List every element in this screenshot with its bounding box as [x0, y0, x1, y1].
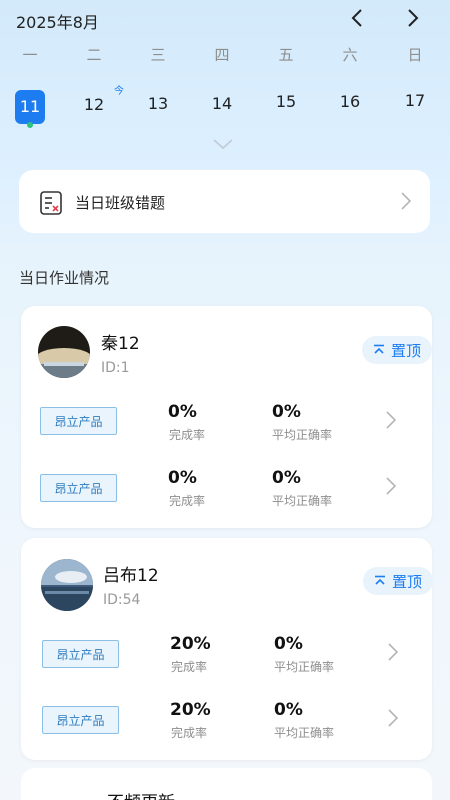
weekday-label: 一 [22, 46, 38, 64]
accuracy-label: 平均正确率 [272, 428, 333, 442]
prev-month-button[interactable] [344, 5, 370, 31]
pin-label: 置顶 [391, 572, 422, 591]
weekday-label: 四 [214, 46, 230, 64]
weekday-label: 日 [407, 46, 423, 64]
class-card[interactable]: 不频更新 [21, 768, 432, 800]
product-tag: 昂立产品 [42, 706, 119, 734]
product-tag: 昂立产品 [42, 640, 119, 668]
avatar [41, 559, 93, 611]
product-tag: 昂立产品 [40, 407, 117, 435]
avatar [38, 326, 90, 378]
next-month-button[interactable] [400, 5, 426, 31]
accuracy-value: 0% [274, 634, 303, 654]
completion-value: 0% [168, 468, 197, 488]
accuracy-label: 平均正确率 [274, 660, 335, 674]
chevron-right-icon[interactable] [385, 476, 397, 496]
accuracy-value: 0% [274, 700, 303, 720]
chevron-right-icon[interactable] [385, 410, 397, 430]
day-cell[interactable]: 12 [74, 88, 114, 122]
product-tag: 昂立产品 [40, 474, 117, 502]
day-row: 11 12 13 14 15 16 17 [0, 84, 450, 134]
class-id: ID:54 [103, 592, 141, 608]
selected-day-dot [27, 122, 33, 128]
day-cell[interactable]: 16 [330, 85, 370, 119]
class-name: 秦12 [101, 334, 140, 354]
chevron-right-icon[interactable] [387, 642, 399, 662]
completion-label: 完成率 [171, 660, 208, 674]
class-errors-card[interactable]: 当日班级错题 [19, 170, 430, 233]
chevron-right-icon[interactable] [387, 708, 399, 728]
section-title: 当日作业情况 [19, 269, 110, 287]
completion-value: 0% [168, 402, 197, 422]
class-id: ID:1 [101, 360, 130, 376]
day-cell[interactable]: 14 [202, 87, 242, 121]
weekday-row: 一 二 三 四 五 六 日 [0, 44, 450, 68]
weekday-label: 五 [278, 46, 294, 64]
day-cell-selected[interactable]: 11 [15, 90, 45, 124]
pin-top-icon [374, 575, 385, 585]
month-title: 2025年8月 [16, 13, 99, 32]
day-cell[interactable]: 13 [138, 87, 178, 121]
pin-button[interactable]: 置顶 [363, 567, 433, 595]
pin-button[interactable]: 置顶 [362, 336, 432, 364]
accuracy-label: 平均正确率 [274, 726, 335, 740]
class-card[interactable]: 吕布12 ID:54 置顶 昂立产品 20% 完成率 0% 平均正确率 昂立产品… [21, 538, 433, 760]
completion-value: 20% [170, 700, 211, 720]
calendar-header: 2025年8月 一 二 三 四 五 六 日 今 11 12 13 14 15 1… [0, 0, 450, 245]
completion-label: 完成率 [171, 726, 208, 740]
day-cell[interactable]: 15 [266, 85, 306, 119]
day-cell[interactable]: 17 [395, 84, 435, 118]
error-list-icon [40, 191, 62, 215]
completion-value: 20% [170, 634, 211, 654]
pin-top-icon [373, 344, 384, 354]
weekday-label: 六 [342, 46, 358, 64]
chevron-right-icon [408, 9, 419, 27]
class-card[interactable]: 秦12 ID:1 置顶 昂立产品 0% 完成率 0% 平均正确率 昂立产品 0%… [21, 306, 432, 528]
weekday-label: 三 [150, 46, 166, 64]
pin-label: 置顶 [390, 341, 421, 360]
accuracy-label: 平均正确率 [272, 494, 333, 508]
class-errors-label: 当日班级错题 [75, 194, 166, 212]
completion-label: 完成率 [169, 494, 206, 508]
chevron-down-icon[interactable] [212, 137, 234, 151]
chevron-right-icon [401, 192, 412, 210]
chevron-left-icon [351, 9, 362, 27]
class-name: 吕布12 [103, 566, 159, 586]
weekday-label: 二 [86, 46, 102, 64]
class-name: 不频更新 [107, 788, 175, 800]
accuracy-value: 0% [272, 468, 301, 488]
completion-label: 完成率 [169, 428, 206, 442]
accuracy-value: 0% [272, 402, 301, 422]
